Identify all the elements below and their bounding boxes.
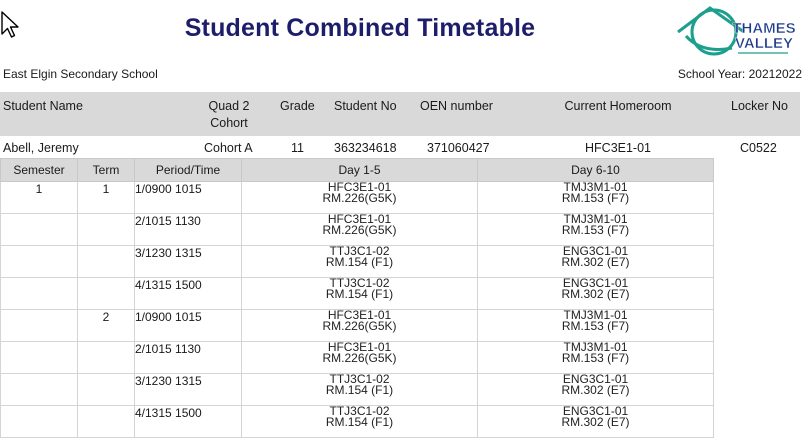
term-cell: 1 xyxy=(77,181,135,214)
col-term: Term xyxy=(77,158,135,182)
period-cell: 1/0900 1015 xyxy=(134,181,242,214)
student-header-bar: Student Name Quad 2 Cohort Grade Student… xyxy=(0,92,800,136)
table-row: 1 1 1/0900 1015 HFC3E1-01 RM.226(G5K) TMJ… xyxy=(0,181,714,214)
room: RM.226(G5K) xyxy=(322,223,397,237)
term-cell xyxy=(77,373,135,406)
header-student-no: Student No xyxy=(334,99,397,113)
svg-text:VALLEY: VALLEY xyxy=(735,35,793,52)
table-row: 3/1230 1315 TTJ3C1-02 RM.154 (F1) ENG3C1-… xyxy=(0,373,714,406)
table-row: 2/1015 1130 HFC3E1-01 RM.226(G5K) TMJ3M1-… xyxy=(0,213,714,246)
period-cell: 4/1315 1500 xyxy=(134,277,242,310)
day-6-10-cell: ENG3C1-01 RM.302 (E7) xyxy=(477,405,714,438)
school-year: School Year: 20212022 xyxy=(677,67,802,81)
room: RM.154 (F1) xyxy=(325,287,394,301)
period-cell: 2/1015 1130 xyxy=(134,341,242,374)
period-cell: 4/1315 1500 xyxy=(134,405,242,438)
period-cell: 3/1230 1315 xyxy=(134,245,242,278)
room: RM.226(G5K) xyxy=(322,191,397,205)
student-name: Abell, Jeremy xyxy=(3,141,79,155)
room: RM.302 (E7) xyxy=(561,255,630,269)
term-cell: 2 xyxy=(77,309,135,342)
semester-cell: 1 xyxy=(0,181,78,214)
table-row: 3/1230 1315 TTJ3C1-02 RM.154 (F1) ENG3C1-… xyxy=(0,245,714,278)
room: RM.154 (F1) xyxy=(325,415,394,429)
day-1-5-cell: TTJ3C1-02 RM.154 (F1) xyxy=(241,245,478,278)
day-1-5-cell: HFC3E1-01 RM.226(G5K) xyxy=(241,309,478,342)
day-6-10-cell: TMJ3M1-01 RM.153 (F7) xyxy=(477,213,714,246)
table-row: 2/1015 1130 HFC3E1-01 RM.226(G5K) TMJ3M1-… xyxy=(0,341,714,374)
day-6-10-cell: TMJ3M1-01 RM.153 (F7) xyxy=(477,309,714,342)
header-student-name: Student Name xyxy=(3,99,83,113)
school-board-logo: THAMES VALLEY xyxy=(677,6,796,56)
header-locker: Locker No xyxy=(731,99,788,113)
day-6-10-cell: TMJ3M1-01 RM.153 (F7) xyxy=(477,341,714,374)
term-cell xyxy=(77,277,135,310)
col-day-1-5: Day 1-5 xyxy=(241,158,478,182)
day-1-5-cell: HFC3E1-01 RM.226(G5K) xyxy=(241,341,478,374)
col-semester: Semester xyxy=(0,158,78,182)
day-1-5-cell: HFC3E1-01 RM.226(G5K) xyxy=(241,213,478,246)
header-homeroom: Current Homeroom xyxy=(564,99,672,113)
term-cell xyxy=(77,213,135,246)
day-1-5-cell: TTJ3C1-02 RM.154 (F1) xyxy=(241,277,478,310)
day-6-10-cell: ENG3C1-01 RM.302 (E7) xyxy=(477,373,714,406)
room: RM.226(G5K) xyxy=(322,351,397,365)
day-1-5-cell: TTJ3C1-02 RM.154 (F1) xyxy=(241,373,478,406)
period-cell: 2/1015 1130 xyxy=(134,213,242,246)
day-1-5-cell: HFC3E1-01 RM.226(G5K) xyxy=(241,181,478,214)
day-6-10-cell: ENG3C1-01 RM.302 (E7) xyxy=(477,245,714,278)
room: RM.226(G5K) xyxy=(322,319,397,333)
table-row: 2 1/0900 1015 HFC3E1-01 RM.226(G5K) TMJ3M… xyxy=(0,309,714,342)
semester-cell xyxy=(0,309,78,342)
student-oen: 371060427 xyxy=(427,141,490,155)
school-name: East Elgin Secondary School xyxy=(3,67,158,81)
timetable: Semester Term Period/Time Day 1-5 Day 6-… xyxy=(0,158,714,438)
term-cell xyxy=(77,405,135,438)
semester-cell xyxy=(0,277,78,310)
student-homeroom: HFC3E1-01 xyxy=(585,141,651,155)
semester-cell xyxy=(0,213,78,246)
period-cell: 3/1230 1315 xyxy=(134,373,242,406)
header-grade: Grade xyxy=(280,99,315,113)
student-locker: C0522 xyxy=(740,141,777,155)
table-row: 4/1315 1500 TTJ3C1-02 RM.154 (F1) ENG3C1-… xyxy=(0,277,714,310)
room: RM.154 (F1) xyxy=(325,255,394,269)
day-6-10-cell: TMJ3M1-01 RM.153 (F7) xyxy=(477,181,714,214)
semester-cell xyxy=(0,341,78,374)
col-period: Period/Time xyxy=(134,158,242,182)
day-6-10-cell: ENG3C1-01 RM.302 (E7) xyxy=(477,277,714,310)
student-number: 363234618 xyxy=(334,141,397,155)
room: RM.302 (E7) xyxy=(561,383,630,397)
room: RM.302 (E7) xyxy=(561,415,630,429)
term-cell xyxy=(77,341,135,374)
header-cohort: Quad 2 Cohort xyxy=(208,99,250,130)
room: RM.153 (F7) xyxy=(561,319,630,333)
semester-cell xyxy=(0,373,78,406)
col-day-6-10: Day 6-10 xyxy=(477,158,714,182)
period-cell: 1/0900 1015 xyxy=(134,309,242,342)
table-row: 4/1315 1500 TTJ3C1-02 RM.154 (F1) ENG3C1-… xyxy=(0,405,714,438)
room: RM.153 (F7) xyxy=(561,351,630,365)
header-oen: OEN number xyxy=(420,99,493,113)
student-grade: 11 xyxy=(291,141,304,155)
semester-cell xyxy=(0,405,78,438)
page-title: Student Combined Timetable xyxy=(184,14,536,42)
term-cell xyxy=(77,245,135,278)
room: RM.302 (E7) xyxy=(561,287,630,301)
day-1-5-cell: TTJ3C1-02 RM.154 (F1) xyxy=(241,405,478,438)
semester-cell xyxy=(0,245,78,278)
room: RM.153 (F7) xyxy=(561,223,630,237)
room: RM.154 (F1) xyxy=(325,383,394,397)
timetable-header-row: Semester Term Period/Time Day 1-5 Day 6-… xyxy=(0,158,714,182)
room: RM.153 (F7) xyxy=(561,191,630,205)
student-cohort: Cohort A xyxy=(204,141,253,155)
